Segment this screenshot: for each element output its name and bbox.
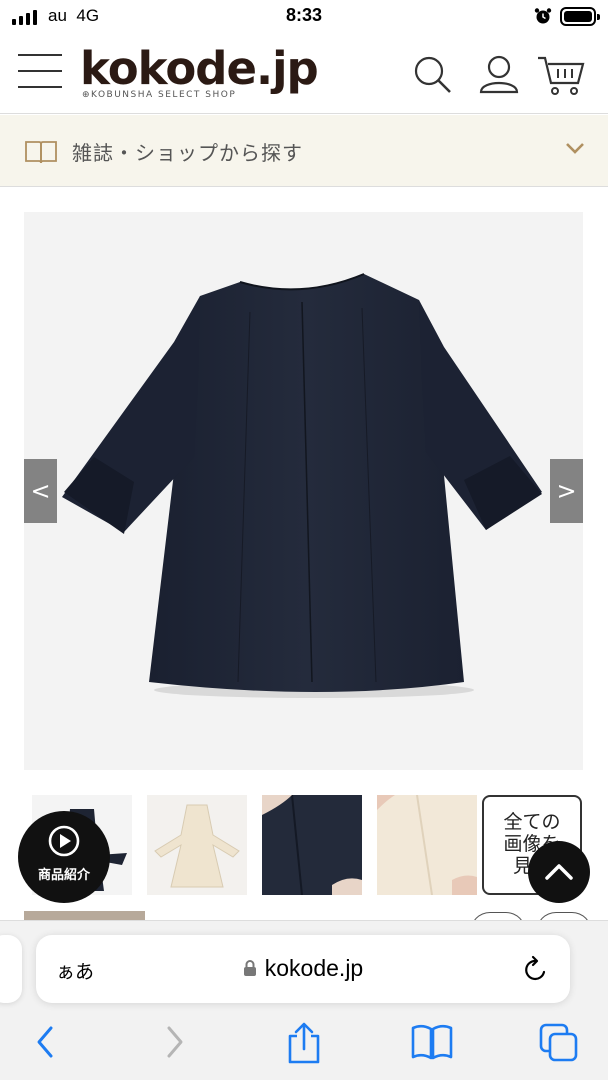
play-icon	[48, 825, 80, 857]
magazine-shop-label: 雑誌・ショップから探す	[72, 141, 303, 165]
reload-icon[interactable]	[522, 954, 550, 984]
logo-main: koko	[80, 42, 196, 95]
thumbnail-ivory-coat[interactable]	[147, 795, 247, 895]
site-header: kokode.jp ⊕KOBUNSHA SELECT SHOP	[0, 34, 608, 114]
logo-jp: .jp	[256, 42, 319, 95]
status-bar: au 4G 8:33	[0, 0, 608, 34]
next-arrow-label: >	[556, 477, 577, 505]
address-bar[interactable]: ぁあ kokode.jp	[36, 935, 570, 1003]
bookmarks-icon[interactable]	[410, 1022, 454, 1062]
cart-icon[interactable]	[536, 50, 586, 100]
menu-icon[interactable]	[18, 54, 62, 90]
product-intro-button[interactable]: 商品紹介	[18, 811, 110, 903]
book-icon	[25, 141, 57, 164]
logo-de: de	[195, 42, 257, 95]
view-all-line-1: 全ての	[503, 811, 561, 833]
share-icon[interactable]	[286, 1022, 322, 1064]
clock: 8:33	[285, 5, 323, 25]
site-logo[interactable]: kokode.jp ⊕KOBUNSHA SELECT SHOP	[80, 42, 319, 104]
back-icon[interactable]	[32, 1022, 60, 1062]
gallery-next-button[interactable]: >	[550, 459, 583, 523]
chevron-up-icon	[545, 864, 573, 880]
chevron-down-icon	[566, 143, 584, 154]
user-icon[interactable]	[474, 50, 524, 100]
product-image[interactable]	[24, 212, 583, 770]
magazine-shop-selector[interactable]: 雑誌・ショップから探す	[0, 115, 608, 187]
url-text: kokode.jp	[264, 955, 364, 981]
lock-icon	[243, 959, 256, 976]
forward-icon[interactable]	[160, 1022, 188, 1062]
tabs-icon[interactable]	[538, 1022, 580, 1064]
alarm-icon	[534, 8, 552, 24]
thumbnail-navy-detail[interactable]	[262, 795, 362, 895]
navy-coat-image	[62, 273, 542, 698]
product-intro-label: 商品紹介	[37, 868, 90, 883]
search-icon[interactable]	[408, 50, 458, 100]
scroll-top-button[interactable]	[528, 841, 590, 903]
thumbnail-ivory-detail[interactable]	[377, 795, 477, 895]
gallery-prev-button[interactable]: <	[24, 459, 57, 523]
battery-icon	[560, 7, 600, 26]
prev-arrow-label: <	[30, 477, 51, 505]
previous-tab-preview[interactable]	[0, 935, 22, 1003]
